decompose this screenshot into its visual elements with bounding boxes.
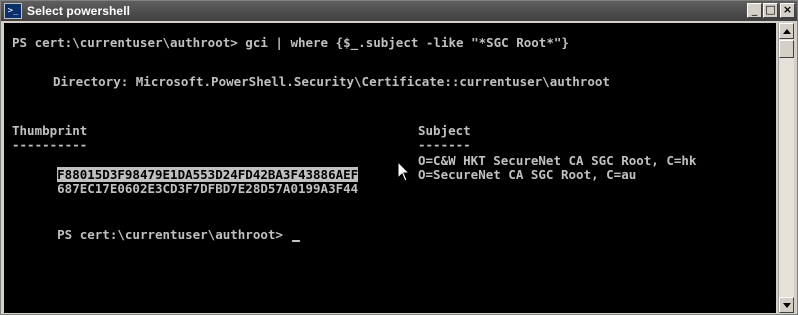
console-output[interactable]: PS cert:\currentuser\authroot> gci | whe…	[4, 23, 776, 313]
row-thumbprint: 687EC17E0602E3CD3F7DFBD7E28D57A0199A3F44	[57, 181, 359, 196]
prompt-line[interactable]: PS cert:\currentuser\authroot>	[12, 214, 301, 256]
powershell-window: >_ Select powershell _ □ × PS cert:\curr…	[0, 0, 798, 315]
thumbprint-header: Thumbprint	[12, 123, 88, 138]
directory-line: Directory: Microsoft.PowerShell.Security…	[53, 74, 610, 89]
window-title: Select powershell	[27, 4, 131, 18]
mouse-pointer-icon	[397, 161, 411, 182]
row-subject: O=SecureNet CA SGC Root, C=au	[418, 167, 637, 182]
thumbprint-underline: ----------	[12, 137, 88, 152]
maximize-button[interactable]: □	[763, 3, 778, 18]
powershell-icon[interactable]: >_	[4, 3, 22, 19]
scroll-down-button[interactable]	[779, 297, 794, 313]
subject-header: Subject	[418, 123, 471, 138]
scroll-up-button[interactable]	[779, 23, 794, 39]
subject-underline: -------	[418, 137, 471, 152]
prompt-text: PS cert:\currentuser\authroot>	[57, 227, 291, 242]
vertical-scrollbar[interactable]	[778, 23, 794, 313]
close-button[interactable]: ×	[780, 3, 795, 18]
scroll-thumb[interactable]	[779, 40, 794, 58]
command-line: PS cert:\currentuser\authroot> gci | whe…	[12, 35, 569, 50]
arrow-down-icon	[783, 303, 791, 308]
minimize-button[interactable]: _	[747, 3, 762, 18]
row-subject: O=C&W HKT SecureNet CA SGC Root, C=hk	[418, 153, 697, 168]
caption-buttons: _ □ ×	[746, 3, 795, 18]
table-row: 687EC17E0602E3CD3F7DFBD7E28D57A0199A3F44	[12, 168, 358, 210]
text-cursor	[292, 240, 301, 242]
arrow-up-icon	[783, 29, 791, 34]
title-bar[interactable]: >_ Select powershell _ □ ×	[1, 1, 797, 21]
